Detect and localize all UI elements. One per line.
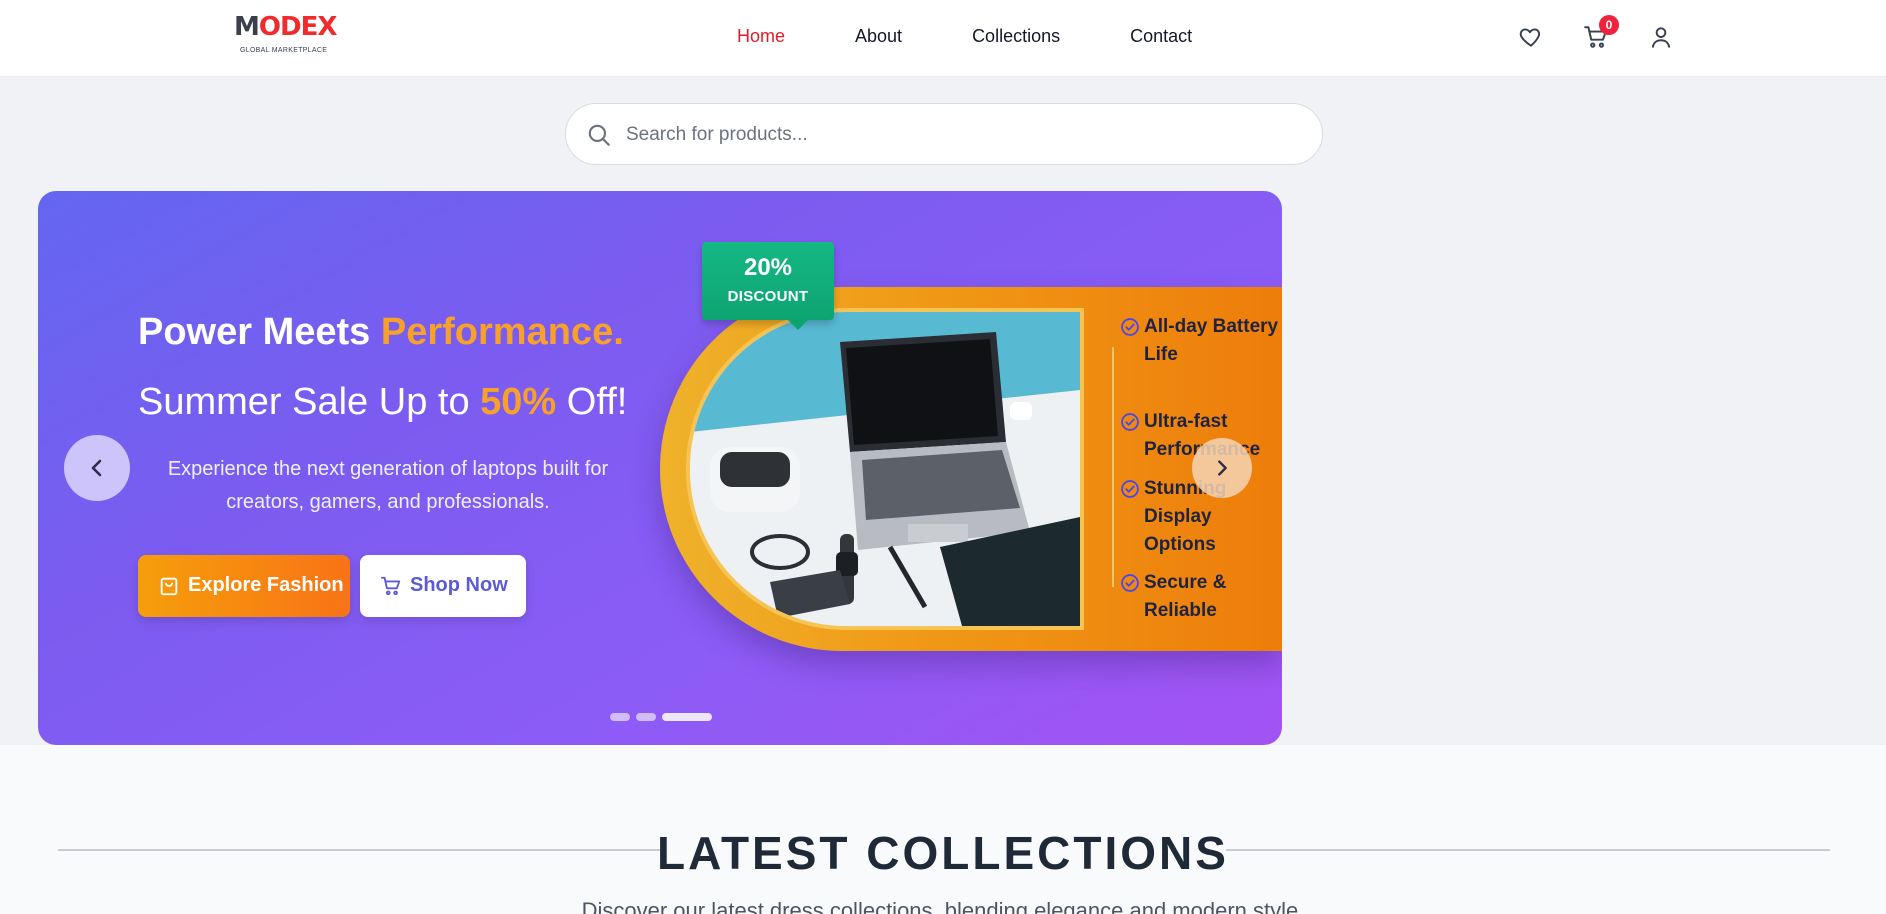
shopping-bag-icon (158, 575, 180, 597)
carousel-dot[interactable] (636, 713, 656, 721)
cart-count-badge: 0 (1599, 15, 1619, 35)
check-circle-icon (1120, 479, 1140, 499)
check-circle-icon (1120, 412, 1140, 432)
nav-link-about[interactable]: About (855, 26, 902, 47)
heart-icon[interactable] (1518, 24, 1544, 50)
hero-banner: Power Meets Performance. Summer Sale Up … (38, 191, 1282, 745)
laptop-product-image[interactable] (686, 308, 1084, 630)
carousel-prev-button[interactable] (64, 435, 130, 501)
hero-title: Power Meets Performance. (138, 311, 624, 353)
logo-rest: DEX (279, 12, 337, 42)
shop-now-label: Shop Now (410, 574, 508, 596)
nav-link-contact[interactable]: Contact (1130, 26, 1192, 47)
feature-item: All-day Battery Life (1121, 313, 1282, 369)
brand-logo[interactable]: MODEX GLOBAL MARKETPLACE (234, 12, 337, 58)
navbar: MODEX GLOBAL MARKETPLACE Home About Coll… (0, 0, 1886, 77)
user-icon[interactable] (1648, 24, 1674, 50)
collections-title: LATEST COLLECTIONS (657, 827, 1229, 879)
feature-divider (1112, 347, 1114, 587)
carousel-dot[interactable] (610, 713, 630, 721)
collections-subtitle: Discover our latest dress collections, b… (581, 898, 1305, 914)
check-circle-icon (1120, 317, 1140, 337)
search-icon (586, 122, 612, 148)
carousel-dot-active[interactable] (662, 713, 712, 721)
chevron-right-icon (1218, 460, 1227, 476)
main-nav: Home About Collections Contact (737, 26, 1262, 47)
badge-pointer (786, 318, 810, 330)
search-input[interactable] (626, 116, 1286, 154)
explore-fashion-label: Explore Fashion (188, 574, 344, 596)
cart-icon (380, 575, 402, 597)
nav-link-home[interactable]: Home (737, 26, 785, 47)
explore-fashion-button[interactable]: Explore Fashion (138, 555, 350, 617)
chevron-left-icon (91, 459, 102, 477)
check-circle-icon (1120, 573, 1140, 593)
discount-badge: 20% DISCOUNT (702, 242, 834, 320)
discount-label: DISCOUNT (727, 288, 809, 305)
carousel-next-button[interactable] (1192, 438, 1252, 498)
logo-wordmark: MODEX (234, 12, 337, 42)
shop-now-button[interactable]: Shop Now (360, 555, 526, 617)
hero-description: Experience the next generation of laptop… (167, 458, 609, 513)
nav-link-collections[interactable]: Collections (972, 26, 1060, 47)
discount-percent: 20% (743, 254, 793, 281)
hero-subtitle: Summer Sale Up to 50% Off! (138, 381, 628, 423)
search-bar (565, 103, 1323, 165)
logo-tagline: GLOBAL MARKETPLACE (240, 47, 328, 54)
feature-item: Secure & Reliable (1121, 569, 1282, 625)
